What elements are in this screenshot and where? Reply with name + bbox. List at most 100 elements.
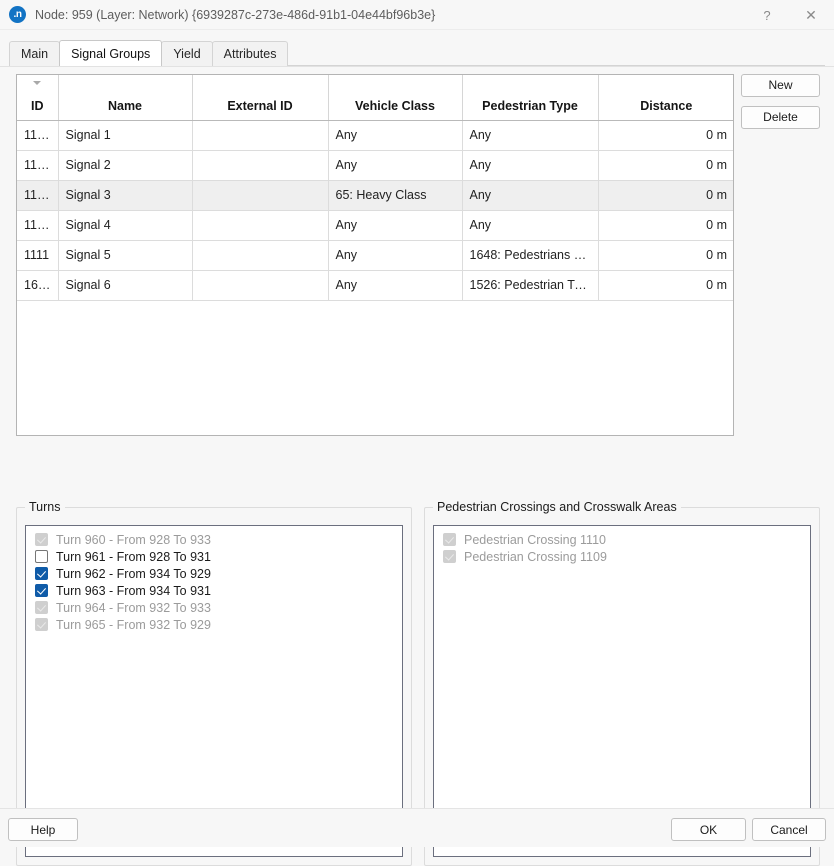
cell-id[interactable]: 1649 <box>17 270 58 300</box>
cell-name[interactable]: Signal 6 <box>58 270 192 300</box>
column-header-pedestrian-type[interactable]: Pedestrian Type <box>462 75 598 120</box>
pedestrian-crossing-list-item-label: Pedestrian Crossing 1110 <box>464 533 606 547</box>
cell-external-id[interactable] <box>192 240 328 270</box>
help-icon[interactable]: ? <box>746 0 788 30</box>
cancel-button[interactable]: Cancel <box>752 818 826 841</box>
table-row[interactable]: 1105Signal 1AnyAny0 m <box>17 120 734 150</box>
cell-vehicle-class[interactable]: Any <box>328 120 462 150</box>
turns-group-title: Turns <box>25 500 65 514</box>
cell-distance[interactable]: 0 m <box>598 180 734 210</box>
cell-distance[interactable]: 0 m <box>598 150 734 180</box>
cell-distance[interactable]: 0 m <box>598 210 734 240</box>
checkbox-icon <box>35 601 48 614</box>
app-node-icon: .n <box>9 6 26 23</box>
cell-name[interactable]: Signal 3 <box>58 180 192 210</box>
tab-main[interactable]: Main <box>9 41 60 66</box>
cell-name[interactable]: Signal 4 <box>58 210 192 240</box>
turn-list-item[interactable]: Turn 961 - From 928 To 931 <box>29 548 399 565</box>
turn-list-item-label: Turn 964 - From 932 To 933 <box>56 601 211 615</box>
checkbox-icon <box>443 533 456 546</box>
help-button[interactable]: Help <box>8 818 78 841</box>
checkbox-icon <box>443 550 456 563</box>
turn-list-item-label: Turn 965 - From 932 To 929 <box>56 618 211 632</box>
cell-external-id[interactable] <box>192 180 328 210</box>
table-actions: New Delete <box>741 74 820 129</box>
tab-attributes[interactable]: Attributes <box>212 41 289 66</box>
table-header: ID Name External ID Vehicle Class Pedest… <box>17 75 734 120</box>
tab-bar: Main Signal Groups Yield Attributes <box>0 41 834 66</box>
cell-pedestrian-type[interactable]: 1648: Pedestrians with... <box>462 240 598 270</box>
turn-list-item-label: Turn 961 - From 928 To 931 <box>56 550 211 564</box>
cell-pedestrian-type[interactable]: Any <box>462 210 598 240</box>
cell-name[interactable]: Signal 5 <box>58 240 192 270</box>
table-body: 1105Signal 1AnyAny0 m1106Signal 2AnyAny0… <box>17 120 734 300</box>
column-header-distance[interactable]: Distance <box>598 75 734 120</box>
dialog-footer: Help OK Cancel <box>0 808 834 847</box>
signal-groups-table-container[interactable]: ID Name External ID Vehicle Class Pedest… <box>16 74 734 436</box>
column-header-id[interactable]: ID <box>17 75 58 120</box>
cell-distance[interactable]: 0 m <box>598 240 734 270</box>
cell-external-id[interactable] <box>192 270 328 300</box>
table-row[interactable]: 1649Signal 6 Any1526: Pedestrian Type0 m <box>17 270 734 300</box>
checkbox-icon[interactable] <box>35 567 48 580</box>
cell-name[interactable]: Signal 1 <box>58 120 192 150</box>
cell-distance[interactable]: 0 m <box>598 270 734 300</box>
pedestrian-crossing-list-item: Pedestrian Crossing 1109 <box>437 548 807 565</box>
cell-pedestrian-type[interactable]: Any <box>462 180 598 210</box>
signal-groups-panel: ID Name External ID Vehicle Class Pedest… <box>0 66 834 808</box>
cell-vehicle-class[interactable]: Any <box>328 270 462 300</box>
cell-id[interactable]: 1108 <box>17 210 58 240</box>
cell-id[interactable]: 1111 <box>17 240 58 270</box>
turn-list-item: Turn 960 - From 928 To 933 <box>29 531 399 548</box>
close-icon[interactable]: ✕ <box>788 0 834 30</box>
column-header-name[interactable]: Name <box>58 75 192 120</box>
delete-button[interactable]: Delete <box>741 106 820 129</box>
cell-vehicle-class[interactable]: Any <box>328 210 462 240</box>
cell-id[interactable]: 1105 <box>17 120 58 150</box>
turn-list-item-label: Turn 960 - From 928 To 933 <box>56 533 211 547</box>
cell-pedestrian-type[interactable]: Any <box>462 120 598 150</box>
checkbox-icon[interactable] <box>35 550 48 563</box>
sort-descending-icon <box>33 81 41 85</box>
cell-external-id[interactable] <box>192 150 328 180</box>
cell-pedestrian-type[interactable]: Any <box>462 150 598 180</box>
column-header-vehicle-class[interactable]: Vehicle Class <box>328 75 462 120</box>
window-controls: ? ✕ <box>746 0 834 30</box>
turn-list-item: Turn 965 - From 932 To 929 <box>29 616 399 633</box>
cell-external-id[interactable] <box>192 210 328 240</box>
ok-button[interactable]: OK <box>671 818 746 841</box>
new-button[interactable]: New <box>741 74 820 97</box>
cell-pedestrian-type[interactable]: 1526: Pedestrian Type <box>462 270 598 300</box>
tab-yield[interactable]: Yield <box>161 41 212 66</box>
pedestrian-crossing-list-item-label: Pedestrian Crossing 1109 <box>464 550 607 564</box>
turn-list-item[interactable]: Turn 963 - From 934 To 931 <box>29 582 399 599</box>
cell-vehicle-class[interactable]: 65: Heavy Class <box>328 180 462 210</box>
title-bar: .n Node: 959 (Layer: Network) {6939287c-… <box>0 0 834 30</box>
table-header-row: ID Name External ID Vehicle Class Pedest… <box>17 75 734 120</box>
cell-id[interactable]: 1106 <box>17 150 58 180</box>
table-row[interactable]: 1108Signal 4AnyAny0 m <box>17 210 734 240</box>
cell-vehicle-class[interactable]: Any <box>328 150 462 180</box>
turn-list-item[interactable]: Turn 962 - From 934 To 929 <box>29 565 399 582</box>
cell-external-id[interactable] <box>192 120 328 150</box>
checkbox-icon <box>35 618 48 631</box>
signal-groups-table: ID Name External ID Vehicle Class Pedest… <box>17 75 734 301</box>
table-row[interactable]: 1111Signal 5 Any1648: Pedestrians with...… <box>17 240 734 270</box>
checkbox-icon <box>35 533 48 546</box>
cell-distance[interactable]: 0 m <box>598 120 734 150</box>
column-header-id-label: ID <box>31 99 44 113</box>
turn-list-item: Turn 964 - From 932 To 933 <box>29 599 399 616</box>
tab-signal-groups[interactable]: Signal Groups <box>59 40 162 66</box>
turn-list-item-label: Turn 963 - From 934 To 931 <box>56 584 211 598</box>
column-header-external-id[interactable]: External ID <box>192 75 328 120</box>
cell-id[interactable]: 1107 <box>17 180 58 210</box>
cell-name[interactable]: Signal 2 <box>58 150 192 180</box>
window-title: Node: 959 (Layer: Network) {6939287c-273… <box>35 8 435 22</box>
pedestrian-crossing-list-item: Pedestrian Crossing 1110 <box>437 531 807 548</box>
turn-list-item-label: Turn 962 - From 934 To 929 <box>56 567 211 581</box>
pedestrian-crossings-group-title: Pedestrian Crossings and Crosswalk Areas <box>433 500 681 514</box>
cell-vehicle-class[interactable]: Any <box>328 240 462 270</box>
table-row[interactable]: 1106Signal 2AnyAny0 m <box>17 150 734 180</box>
table-row[interactable]: 1107Signal 3 65: Heavy ClassAny0 m <box>17 180 734 210</box>
checkbox-icon[interactable] <box>35 584 48 597</box>
